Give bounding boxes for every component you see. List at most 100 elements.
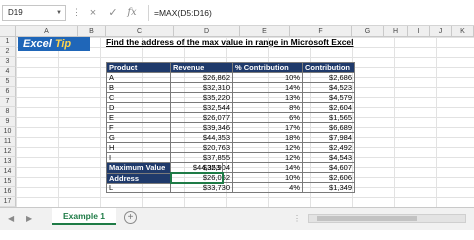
- revenue-cell[interactable]: $39,346: [170, 122, 233, 133]
- revenue-cell[interactable]: $26,077: [170, 112, 233, 123]
- row-header[interactable]: 15: [0, 177, 16, 187]
- revenue-cell[interactable]: $33,730: [170, 182, 233, 193]
- insert-function-icon[interactable]: fx: [124, 5, 140, 21]
- percent-cell[interactable]: 13%: [232, 92, 303, 103]
- column-header-j[interactable]: J: [430, 26, 452, 37]
- column-header-k[interactable]: K: [452, 26, 474, 37]
- percent-cell[interactable]: 10%: [232, 172, 303, 183]
- contribution-cell[interactable]: $4,607: [302, 162, 355, 173]
- column-header-i[interactable]: I: [408, 26, 430, 37]
- percent-cell[interactable]: 18%: [232, 132, 303, 143]
- contribution-cell[interactable]: $1,565: [302, 112, 355, 123]
- row-header[interactable]: 17: [0, 197, 16, 207]
- horizontal-scrollbar[interactable]: [308, 214, 466, 223]
- formula-input[interactable]: =MAX(D5:D16): [148, 5, 472, 21]
- row-header[interactable]: 8: [0, 107, 16, 117]
- row-header[interactable]: 6: [0, 87, 16, 97]
- row-header[interactable]: 10: [0, 127, 16, 137]
- revenue-cell[interactable]: $44,353: [170, 132, 233, 143]
- revenue-cell[interactable]: $35,220: [170, 92, 233, 103]
- contribution-cell[interactable]: $2,604: [302, 102, 355, 113]
- enter-icon[interactable]: ✓: [105, 5, 121, 21]
- previous-sheet-icon[interactable]: ◀: [8, 214, 14, 223]
- product-cell[interactable]: G: [106, 132, 171, 143]
- product-cell[interactable]: H: [106, 142, 171, 153]
- column-header-a[interactable]: A: [16, 26, 78, 37]
- row-header[interactable]: 14: [0, 167, 16, 177]
- row-header[interactable]: 12: [0, 147, 16, 157]
- table-row: G $44,353 18% $7,984: [106, 132, 355, 143]
- row-header[interactable]: 7: [0, 97, 16, 107]
- product-cell[interactable]: E: [106, 112, 171, 123]
- percent-cell[interactable]: 10%: [232, 72, 303, 83]
- product-cell[interactable]: A: [106, 72, 171, 83]
- name-box[interactable]: D19 ▼: [2, 5, 66, 21]
- contribution-cell[interactable]: $2,492: [302, 142, 355, 153]
- select-all-corner[interactable]: [0, 26, 16, 37]
- cancel-icon[interactable]: ×: [85, 5, 101, 21]
- column-header-c[interactable]: C: [106, 26, 174, 37]
- column-header-b[interactable]: B: [78, 26, 106, 37]
- column-header-h[interactable]: H: [384, 26, 408, 37]
- sheet-title: Find the address of the max value in ran…: [106, 37, 354, 47]
- header-revenue[interactable]: Revenue: [170, 62, 233, 73]
- percent-cell[interactable]: 8%: [232, 102, 303, 113]
- formula-bar: D19 ▼ ⋮ × ✓ fx =MAX(D5:D16): [0, 0, 474, 26]
- max-value-cell[interactable]: $44,353: [170, 162, 223, 174]
- address-label[interactable]: Address: [106, 172, 171, 184]
- product-cell[interactable]: C: [106, 92, 171, 103]
- percent-cell[interactable]: 12%: [232, 142, 303, 153]
- contribution-cell[interactable]: $2,686: [302, 72, 355, 83]
- chevron-down-icon[interactable]: ▼: [56, 6, 62, 20]
- row-header[interactable]: 13: [0, 157, 16, 167]
- column-header-f[interactable]: F: [290, 26, 352, 37]
- tab-splitter-icon[interactable]: ⋮: [293, 214, 301, 223]
- row-header[interactable]: 9: [0, 117, 16, 127]
- contribution-cell[interactable]: $7,984: [302, 132, 355, 143]
- revenue-cell[interactable]: $32,544: [170, 102, 233, 113]
- header-percent-contribution[interactable]: % Contribution: [232, 62, 303, 73]
- revenue-cell[interactable]: $26,862: [170, 72, 233, 83]
- product-cell[interactable]: F: [106, 122, 171, 133]
- row-header[interactable]: 5: [0, 77, 16, 87]
- row-header[interactable]: 4: [0, 67, 16, 77]
- header-contribution[interactable]: Contribution: [302, 62, 355, 73]
- column-header-d[interactable]: D: [174, 26, 240, 37]
- tab-example-1[interactable]: Example 1: [52, 208, 116, 225]
- percent-cell[interactable]: 14%: [232, 82, 303, 93]
- percent-cell[interactable]: 4%: [232, 182, 303, 193]
- product-cell[interactable]: B: [106, 82, 171, 93]
- contribution-cell[interactable]: $4,579: [302, 92, 355, 103]
- more-options-icon[interactable]: ⋮: [72, 7, 81, 18]
- contribution-cell[interactable]: $2,606: [302, 172, 355, 183]
- table-row: H $20,763 12% $2,492: [106, 142, 355, 153]
- percent-cell[interactable]: 6%: [232, 112, 303, 123]
- contribution-cell[interactable]: $1,349: [302, 182, 355, 193]
- product-cell[interactable]: I: [106, 152, 171, 163]
- percent-cell[interactable]: 14%: [232, 162, 303, 173]
- product-cell[interactable]: L: [106, 182, 171, 193]
- row-header[interactable]: 2: [0, 47, 16, 57]
- row-header[interactable]: 1: [0, 37, 16, 47]
- column-header-e[interactable]: E: [240, 26, 290, 37]
- column-header-g[interactable]: G: [352, 26, 384, 37]
- next-sheet-icon[interactable]: ▶: [26, 214, 32, 223]
- row-header[interactable]: 11: [0, 137, 16, 147]
- scrollbar-thumb[interactable]: [317, 216, 417, 221]
- row-header[interactable]: 16: [0, 187, 16, 197]
- percent-cell[interactable]: 17%: [232, 122, 303, 133]
- contribution-cell[interactable]: $4,523: [302, 82, 355, 93]
- percent-cell[interactable]: 12%: [232, 152, 303, 163]
- contribution-cell[interactable]: $4,543: [302, 152, 355, 163]
- row-header[interactable]: 3: [0, 57, 16, 67]
- product-cell[interactable]: D: [106, 102, 171, 113]
- header-product[interactable]: Product: [106, 62, 171, 73]
- revenue-cell[interactable]: $37,855: [170, 152, 233, 163]
- add-sheet-icon[interactable]: +: [124, 211, 137, 224]
- table-row: L $33,730 4% $1,349: [106, 182, 355, 193]
- revenue-cell[interactable]: $32,310: [170, 82, 233, 93]
- revenue-cell[interactable]: $20,763: [170, 142, 233, 153]
- address-cell-selected[interactable]: [169, 172, 224, 184]
- max-value-label[interactable]: Maximum Value: [106, 162, 171, 174]
- contribution-cell[interactable]: $6,689: [302, 122, 355, 133]
